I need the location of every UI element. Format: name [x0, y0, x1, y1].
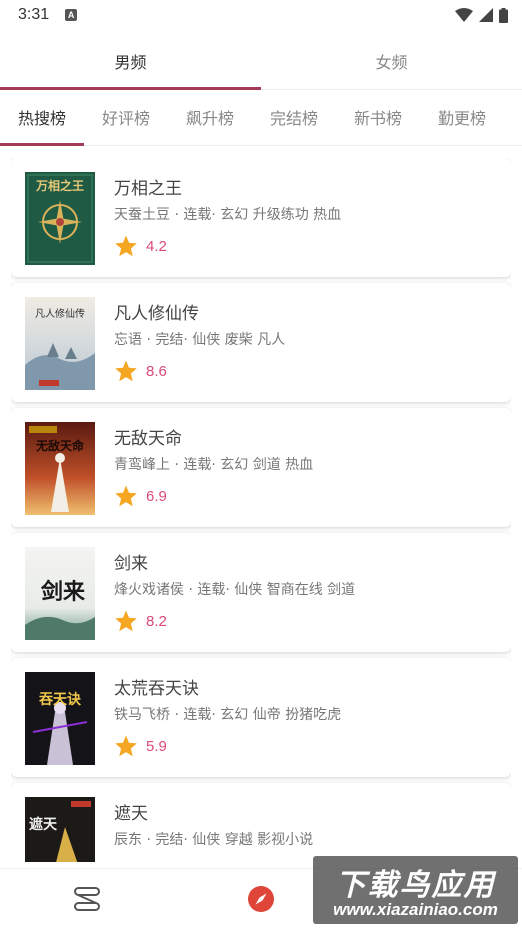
book-meta: 铁马飞桥 · 连载· 玄幻 仙帝 扮猪吃虎 [114, 707, 342, 723]
book-cover: 凡人修仙传 [25, 297, 95, 390]
star-icon [115, 360, 137, 382]
star-icon [115, 485, 137, 507]
wifi-icon [455, 8, 473, 22]
svg-text:无敌天命: 无敌天命 [35, 438, 85, 453]
rating-value: 4.2 [146, 237, 167, 255]
bookshelf-icon [74, 886, 100, 911]
compass-icon [248, 885, 274, 912]
battery-icon [499, 7, 508, 23]
watermark: 下载鸟应用 www.xiazainiao.com [313, 856, 518, 924]
book-title: 剑来 [114, 554, 148, 574]
book-rating: 4.2 [114, 234, 167, 258]
book-meta: 辰东 · 完结· 仙侠 穿越 影视小说 [114, 832, 314, 848]
status-time: 3:31 [18, 6, 50, 23]
book-rating: 6.9 [114, 484, 167, 508]
book-list: 万相之王 万相之王 天蚕土豆 · 连载· 玄幻 升级练功 热血 4.2 凡人修仙… [11, 158, 511, 862]
book-meta: 青鸾峰上 · 连载· 玄幻 剑道 热血 [114, 457, 314, 473]
tab-frequent-update[interactable]: 勤更榜 [420, 98, 504, 145]
tab-hot-search[interactable]: 热搜榜 [0, 98, 84, 146]
book-cover: 吞天诀 [25, 672, 95, 765]
status-bar: 3:31 A [0, 0, 522, 30]
book-title: 无敌天命 [114, 429, 182, 449]
book-card[interactable]: 吞天诀 太荒吞天诀 铁马飞桥 · 连载· 玄幻 仙帝 扮猪吃虎 5.9 [11, 658, 511, 777]
nav-bookshelf[interactable] [0, 869, 174, 928]
signal-icon [479, 8, 493, 22]
svg-text:遮天: 遮天 [29, 816, 58, 833]
rating-value: 8.6 [146, 362, 167, 380]
book-title: 万相之王 [114, 179, 182, 199]
book-rating: 8.6 [114, 359, 167, 383]
gender-tabs: 男频 女频 [0, 40, 522, 90]
status-icons [455, 7, 508, 23]
tab-rising[interactable]: 飙升榜 [168, 98, 252, 145]
svg-text:万相之王: 万相之王 [35, 178, 84, 193]
svg-text:剑来: 剑来 [40, 579, 86, 605]
tab-male[interactable]: 男频 [0, 40, 261, 90]
tab-new-books[interactable]: 新书榜 [336, 98, 420, 145]
book-meta: 天蚕土豆 · 连载· 玄幻 升级练功 热血 [114, 207, 342, 223]
book-title: 凡人修仙传 [114, 304, 199, 324]
book-card[interactable]: 剑来 剑来 烽火戏诸侯 · 连载· 仙侠 智商在线 剑道 8.2 [11, 533, 511, 652]
watermark-url: www.xiazainiao.com [333, 900, 498, 919]
rank-tabs: 热搜榜 好评榜 飙升榜 完结榜 新书榜 勤更榜 [0, 98, 522, 146]
rating-value: 8.2 [146, 612, 167, 630]
star-icon [115, 610, 137, 632]
book-card[interactable]: 遮天 遮天 辰东 · 完结· 仙侠 穿越 影视小说 [11, 783, 511, 862]
tab-female[interactable]: 女频 [261, 40, 522, 89]
rating-value: 5.9 [146, 737, 167, 755]
book-meta: 烽火戏诸侯 · 连载· 仙侠 智商在线 剑道 [114, 582, 356, 598]
book-card[interactable]: 无敌天命 无敌天命 青鸾峰上 · 连载· 玄幻 剑道 热血 6.9 [11, 408, 511, 527]
notification-icon: A [65, 9, 78, 21]
book-cover: 剑来 [25, 547, 95, 640]
tab-completed[interactable]: 完结榜 [252, 98, 336, 145]
book-cover: 万相之王 [25, 172, 95, 265]
rating-value: 6.9 [146, 487, 167, 505]
book-title: 太荒吞天诀 [114, 679, 199, 699]
book-cover: 无敌天命 [25, 422, 95, 515]
book-cover: 遮天 [25, 797, 95, 862]
svg-text:吞天诀: 吞天诀 [39, 692, 82, 708]
svg-text:凡人修仙传: 凡人修仙传 [35, 307, 85, 320]
book-rating: 5.9 [114, 734, 167, 758]
watermark-title: 下载鸟应用 [335, 868, 496, 903]
star-icon [115, 235, 137, 257]
book-card[interactable]: 凡人修仙传 凡人修仙传 忘语 · 完结· 仙侠 废柴 凡人 8.6 [11, 283, 511, 402]
tab-top-rated[interactable]: 好评榜 [84, 98, 168, 145]
book-meta: 忘语 · 完结· 仙侠 废柴 凡人 [114, 332, 286, 348]
book-title: 遮天 [114, 804, 148, 824]
book-rating: 8.2 [114, 609, 167, 633]
star-icon [115, 735, 137, 757]
book-card[interactable]: 万相之王 万相之王 天蚕土豆 · 连载· 玄幻 升级练功 热血 4.2 [11, 158, 511, 277]
